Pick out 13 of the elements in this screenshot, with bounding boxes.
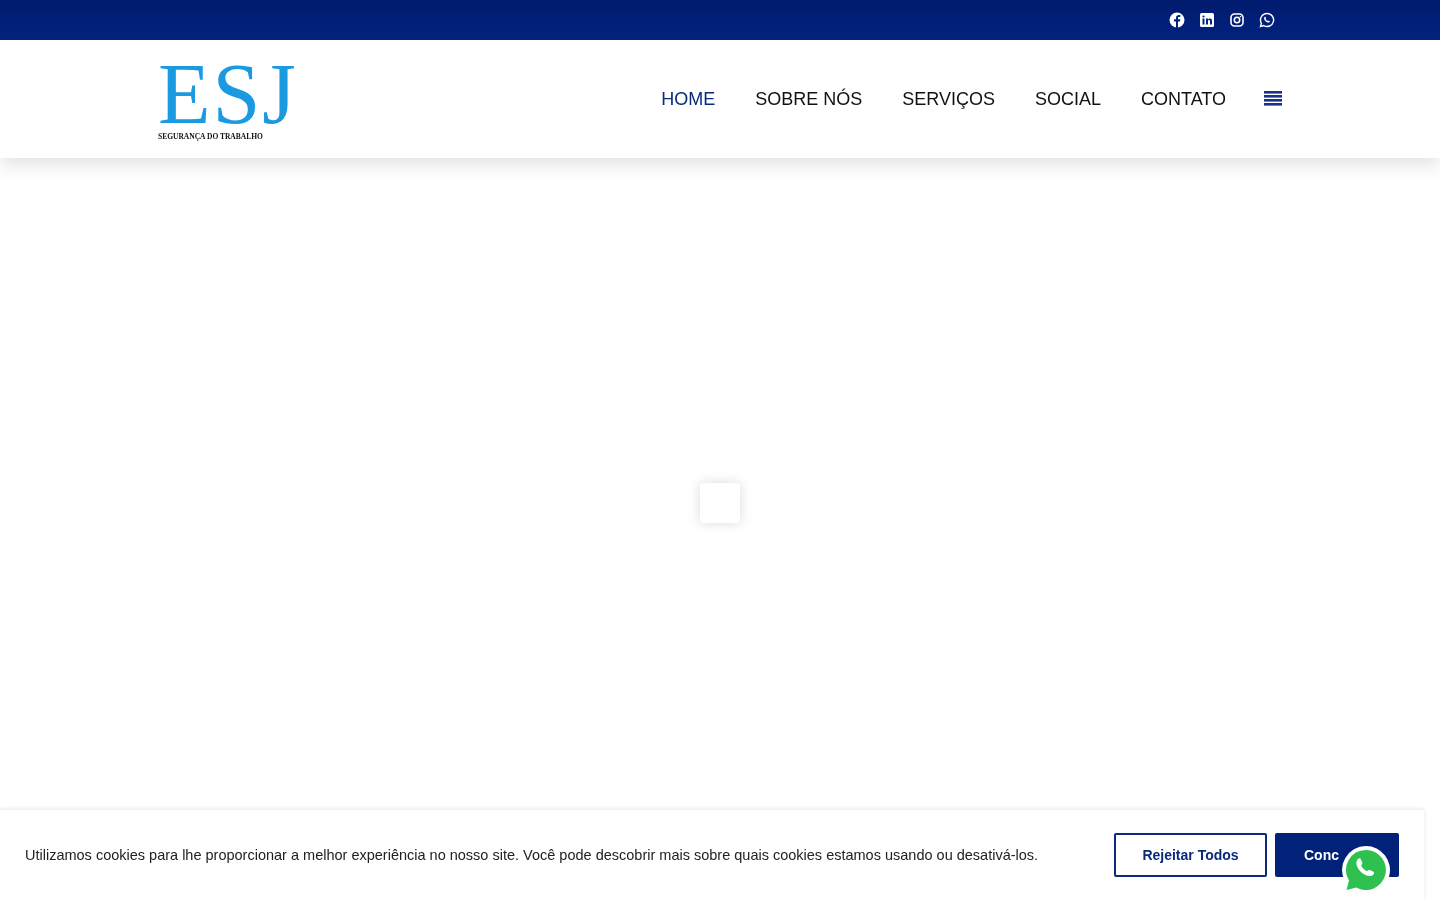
whatsapp-icon[interactable] xyxy=(1259,12,1275,28)
cookie-message: Utilizamos cookies para lhe proporcionar a melhor experiência no nosso site. Você pode descobrir mais sobre quais cookies estamos usando ou desativá-los. xyxy=(25,847,1039,863)
nav-link[interactable]: SOCIAL xyxy=(1014,88,1121,110)
menu-icon[interactable] xyxy=(1264,90,1282,108)
linkedin-icon[interactable] xyxy=(1199,12,1215,28)
instagram-icon[interactable] xyxy=(1229,12,1245,28)
nav-link[interactable]: CONTATO xyxy=(1121,88,1246,110)
facebook-icon[interactable] xyxy=(1169,12,1185,28)
reject-button[interactable]: Rejeitar Todos xyxy=(1114,833,1267,877)
nav-link[interactable]: HOME xyxy=(641,88,736,110)
nav-link[interactable]: SERVIÇOS xyxy=(882,88,1015,110)
accept-button[interactable]: Conc xyxy=(1275,833,1339,877)
nav-link[interactable]: SOBRE NÓS xyxy=(735,88,883,110)
